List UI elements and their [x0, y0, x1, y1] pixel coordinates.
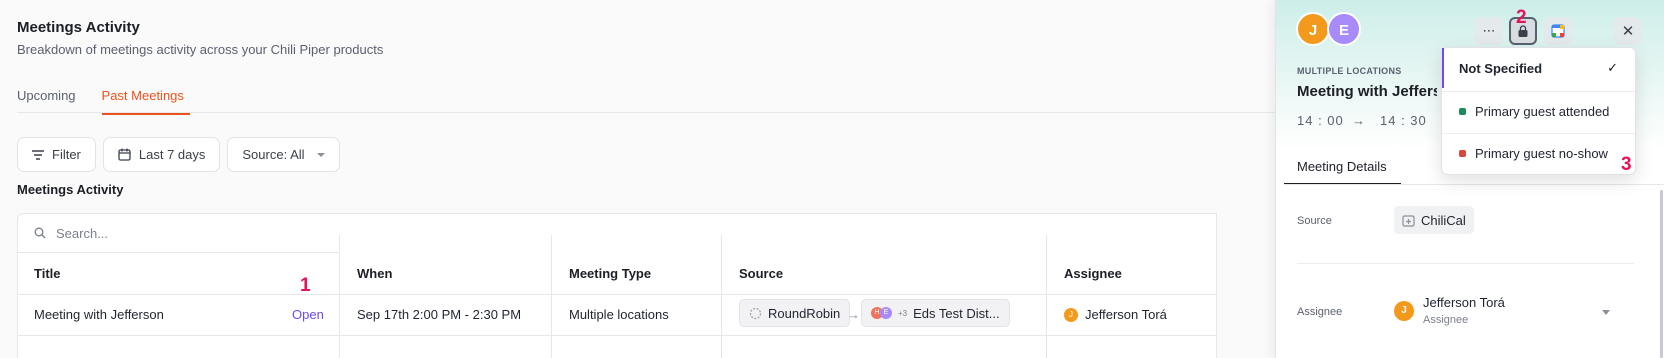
source-to-label: Eds Test Dist...: [913, 305, 1000, 321]
avatar: J: [1296, 12, 1330, 46]
source-chip: ChiliCal: [1394, 206, 1474, 234]
column-divider: [1046, 235, 1047, 358]
arrow-right-icon: →: [1352, 113, 1366, 128]
tab-upcoming[interactable]: Upcoming: [17, 84, 76, 115]
status-dot-icon: [1459, 149, 1466, 157]
details-divider: [1297, 263, 1634, 264]
chevron-down-icon: [316, 152, 325, 157]
filter-icon: [32, 149, 44, 160]
column-divider: [551, 235, 552, 358]
assignee-name: Jefferson Torá: [1423, 295, 1505, 310]
header-assignee[interactable]: Assignee: [1064, 266, 1122, 281]
avatar: J: [1064, 307, 1078, 322]
tab-past-meetings[interactable]: Past Meetings: [101, 84, 190, 115]
menu-item-no-show[interactable]: Primary guest no-show: [1442, 133, 1635, 173]
source-value: ChiliCal: [1421, 212, 1466, 228]
assignee-role: Assignee: [1423, 314, 1469, 326]
header-when[interactable]: When: [357, 266, 392, 281]
row-divider: [18, 335, 1216, 336]
section-title: Meetings Activity: [17, 182, 124, 197]
source-select-label: Source: All: [242, 147, 305, 162]
avatar: J: [1394, 301, 1414, 321]
source-to-chip[interactable]: H E +3 Eds Test Dist...: [861, 299, 1010, 327]
date-range-button[interactable]: Last 7 days: [102, 137, 221, 172]
tab-divider: [1284, 184, 1664, 185]
avatar: E: [1327, 12, 1361, 46]
page-subtitle: Breakdown of meetings activity across yo…: [17, 42, 384, 57]
search-icon: [34, 227, 46, 239]
date-range-label: Last 7 days: [138, 147, 206, 162]
header-title[interactable]: Title: [34, 266, 61, 281]
menu-item-label: Not Specified: [1459, 60, 1543, 76]
start-time: 14 : 00: [1297, 113, 1344, 128]
source-select[interactable]: Source: All: [227, 137, 340, 172]
more-options-button[interactable]: ⋯: [1475, 17, 1503, 45]
mini-avatar: E: [880, 307, 892, 319]
filter-bar: Filter Last 7 days Source: All: [17, 137, 340, 172]
header-source[interactable]: Source: [739, 266, 783, 281]
close-button[interactable]: ✕: [1614, 17, 1642, 45]
chevron-down-icon[interactable]: [1602, 310, 1610, 315]
scrollbar[interactable]: [1660, 190, 1663, 358]
calendar-icon: [118, 148, 131, 161]
filter-button[interactable]: Filter: [17, 137, 96, 172]
google-calendar-button[interactable]: [1544, 17, 1572, 45]
meeting-location-kicker: MULTIPLE LOCATIONS: [1297, 66, 1402, 76]
row-title: Meeting with Jefferson: [34, 307, 164, 322]
calendar-add-icon: [1402, 214, 1415, 227]
search-input[interactable]: Search...: [18, 214, 339, 253]
page-title: Meetings Activity: [17, 19, 140, 36]
meeting-title: Meeting with Jefferson: [1297, 83, 1437, 100]
menu-item-label: Primary guest attended: [1475, 103, 1610, 119]
annotation-1: 1: [300, 275, 311, 296]
close-icon: ✕: [1621, 23, 1635, 40]
tab-meeting-details[interactable]: Meeting Details: [1284, 146, 1401, 185]
source-from-chip[interactable]: RoundRobin: [739, 299, 851, 327]
checkmark-icon: ✓: [1607, 60, 1618, 75]
source-label: Source: [1297, 215, 1332, 227]
column-divider: [721, 235, 722, 358]
ellipsis-icon: ⋯: [1482, 23, 1496, 38]
assignee-name: Jefferson Torá: [1085, 307, 1167, 322]
annotation-2: 2: [1516, 7, 1527, 28]
search-placeholder: Search...: [56, 225, 109, 241]
menu-item-label: Primary guest no-show: [1475, 145, 1608, 161]
header-meeting-type[interactable]: Meeting Type: [569, 266, 651, 281]
arrow-right-icon: →: [847, 307, 860, 322]
menu-item-attended[interactable]: Primary guest attended: [1442, 91, 1635, 131]
annotation-3: 3: [1621, 154, 1632, 175]
row-assignee: J Jefferson Torá: [1064, 307, 1167, 322]
column-divider: [339, 235, 340, 358]
more-avatars-count: +3: [898, 308, 908, 318]
filter-button-label: Filter: [52, 147, 81, 162]
status-dot-icon: [1459, 107, 1466, 115]
row-meeting-type: Multiple locations: [569, 307, 669, 322]
source-from-label: RoundRobin: [768, 305, 841, 321]
row-when: Sep 17th 2:00 PM - 2:30 PM: [357, 307, 522, 322]
assignee-label: Assignee: [1297, 306, 1343, 318]
end-time: 14 : 30: [1380, 113, 1427, 128]
round-robin-icon: [749, 307, 762, 319]
menu-item-not-specified[interactable]: Not Specified ✓: [1442, 48, 1635, 88]
tabs: Upcoming Past Meetings: [17, 84, 216, 115]
attendance-menu: Not Specified ✓ Primary guest attended P…: [1441, 47, 1636, 175]
meetings-table: Search... Title When Meeting Type Source…: [17, 213, 1217, 358]
open-meeting-link[interactable]: Open: [292, 307, 324, 322]
header-divider: [18, 294, 1216, 295]
google-calendar-icon: [1551, 24, 1565, 38]
